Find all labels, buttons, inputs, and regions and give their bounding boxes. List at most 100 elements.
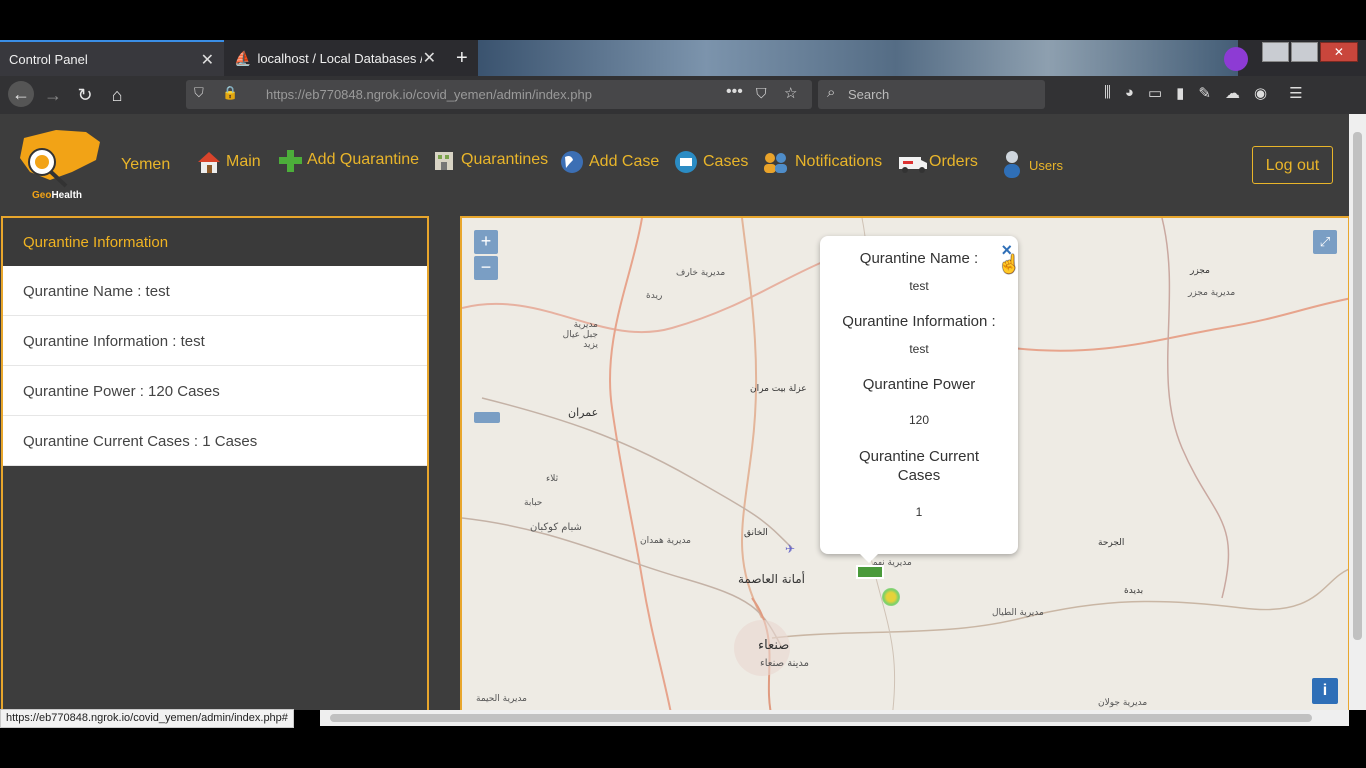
shield-icon[interactable]: ⛉ (194, 85, 204, 101)
info-information: Qurantine Information : test (3, 316, 427, 366)
nav-main-label: Main (226, 153, 261, 170)
plus-icon (279, 150, 302, 172)
close-tab-icon[interactable]: ✕ (201, 50, 214, 70)
people-icon (764, 153, 787, 173)
nav-cases[interactable]: Cases (673, 150, 748, 174)
map-label: عزلة بيت مران (750, 384, 807, 394)
tab-local-databases[interactable]: ⛵ localhost / Local Databases / c ✕ (224, 40, 446, 76)
popup-name-value: test (909, 279, 929, 293)
map-label: أمانة العاصمة (738, 572, 806, 586)
pen-icon[interactable]: ✎ (1198, 84, 1211, 106)
user-icon (1004, 151, 1020, 178)
popup-cases-value: 1 (915, 505, 923, 519)
pocket-icon[interactable]: ⛉ (756, 85, 767, 102)
nav-orders-label: Orders (929, 153, 978, 170)
vertical-scroll-thumb[interactable] (1353, 132, 1362, 640)
fullscreen-icon[interactable]: ⤢ (1313, 230, 1337, 254)
search-bar[interactable]: ⌕ Search (818, 80, 1045, 109)
nav-notifications-label: Notifications (795, 153, 883, 170)
map-label: مديرية الحيمة (476, 694, 528, 704)
tab-control-panel[interactable]: Control Panel ✕ (0, 40, 224, 76)
map-label: مديرية جولان (1098, 698, 1148, 708)
menu-icon[interactable]: ☰ (1289, 84, 1302, 106)
home-icon[interactable]: ⌂ (106, 84, 128, 106)
quarantine-marker-icon[interactable] (856, 565, 884, 579)
popup-cases-label: Qurantine Current Cases (858, 448, 980, 484)
search-placeholder: Search (848, 87, 890, 102)
zoom-in-button[interactable]: + (474, 230, 498, 254)
map-label: مديرية همدان (640, 536, 691, 546)
vertical-scrollbar[interactable] (1349, 114, 1366, 710)
status-url: https://eb770848.ngrok.io/covid_yemen/ad… (0, 709, 294, 728)
logout-button[interactable]: Log out (1252, 146, 1333, 184)
window-close-icon[interactable]: ✕ (1319, 42, 1358, 62)
new-tab-button[interactable]: + (456, 40, 476, 76)
zoom-out-button[interactable]: − (474, 256, 498, 280)
account-icon[interactable]: ◉ (1254, 84, 1267, 106)
map-label: بديدة (1124, 586, 1144, 596)
map-label: الجرحة (1098, 538, 1125, 548)
map-label: مديرية مجزر (1188, 288, 1236, 298)
case-marker-icon[interactable] (882, 588, 900, 606)
nav-users-label: Users (1029, 157, 1063, 173)
more-icon[interactable]: ••• (726, 83, 743, 101)
tab-title: localhost / Local Databases / c (257, 50, 423, 66)
map-label: مدينة صنعاء (760, 658, 810, 669)
map-label: ثلاء (546, 474, 559, 484)
maximize-icon[interactable] (1290, 42, 1318, 62)
url-text[interactable]: https://eb770848.ngrok.io/covid_yemen/ad… (266, 87, 592, 102)
map-label: صنعاء (758, 638, 790, 653)
country-label: Yemen (121, 156, 171, 173)
pointer-cursor-icon: ☝ (998, 254, 1021, 274)
map-label: حبابة (524, 498, 543, 508)
zoom-slider-handle[interactable] (474, 412, 500, 423)
nav-add-case-label: Add Case (589, 153, 660, 170)
tab-title: Control Panel (9, 51, 88, 67)
browser-tab-bar: Control Panel ✕ ⛵ localhost / Local Data… (0, 40, 1366, 76)
quarantine-popup: × Qurantine Name : test Qurantine Inform… (820, 236, 1018, 554)
nav-orders[interactable]: Orders (897, 150, 978, 174)
horizontal-scroll-thumb[interactable] (330, 714, 1312, 722)
lock-icon[interactable]: 🔒 (222, 85, 238, 101)
info-current-cases: Qurantine Current Cases : 1 Cases (3, 416, 427, 466)
url-bar[interactable]: ⛉ 🔒 https://eb770848.ngrok.io/covid_yeme… (186, 80, 812, 109)
sidebar-icon[interactable]: ▭ (1148, 84, 1162, 106)
nav-users[interactable]: Users (999, 150, 1063, 180)
panel-title: Qurantine Information (3, 218, 427, 266)
url-path: /covid_yemen/admin/index.php (412, 87, 592, 102)
bookmark-star-icon[interactable]: ☆ (784, 84, 797, 102)
geohealth-logo: GeoHealth (16, 128, 106, 204)
map-label: مجزر (1190, 266, 1210, 276)
nav-notifications[interactable]: Notifications (761, 150, 882, 174)
quarantine-info-panel: Qurantine Information Qurantine Name : t… (1, 216, 429, 710)
nav-add-quarantine[interactable]: Add Quarantine (277, 148, 419, 172)
close-tab-icon[interactable]: ✕ (423, 48, 436, 68)
horizontal-scrollbar[interactable] (320, 710, 1349, 726)
back-icon[interactable]: ← (8, 81, 34, 107)
popup-power-label: Qurantine Power (862, 376, 976, 393)
info-button[interactable]: i (1312, 678, 1338, 704)
reload-icon[interactable]: ↻ (74, 84, 96, 106)
reader-icon[interactable]: ▮ (1176, 84, 1184, 106)
nav-quarantines[interactable]: Quarantines (431, 148, 548, 172)
extension-icon[interactable]: ◕ (1125, 84, 1134, 106)
map-label: عمران (568, 406, 599, 419)
map-view[interactable]: + − ⤢ i مديرية خارف ريدة مديرية جبل عيال… (460, 216, 1349, 710)
map-label: مديرية جبل عيال يزيد (562, 320, 598, 350)
nav-add-case[interactable]: Add Case (559, 150, 659, 174)
popup-tip (860, 554, 878, 563)
cloud-icon[interactable]: ☁ (1225, 84, 1240, 106)
logo-text-geo: Geo (32, 190, 52, 201)
nav-cases-label: Cases (703, 153, 749, 170)
info-name: Qurantine Name : test (3, 266, 427, 316)
forward-icon[interactable]: → (42, 84, 64, 106)
house-icon (198, 152, 220, 173)
map-label: مديرية خارف (676, 268, 726, 278)
library-icon[interactable]: ⫼ (1104, 84, 1111, 106)
tab-bar-background (478, 40, 1238, 76)
nav-main[interactable]: Main (196, 150, 261, 174)
minimize-icon[interactable] (1262, 42, 1289, 62)
app-page: GeoHealth Yemen Main Add Quarantine Quar… (0, 114, 1349, 710)
private-browsing-icon (1224, 47, 1248, 71)
nav-quarantines-label: Quarantines (461, 151, 549, 168)
